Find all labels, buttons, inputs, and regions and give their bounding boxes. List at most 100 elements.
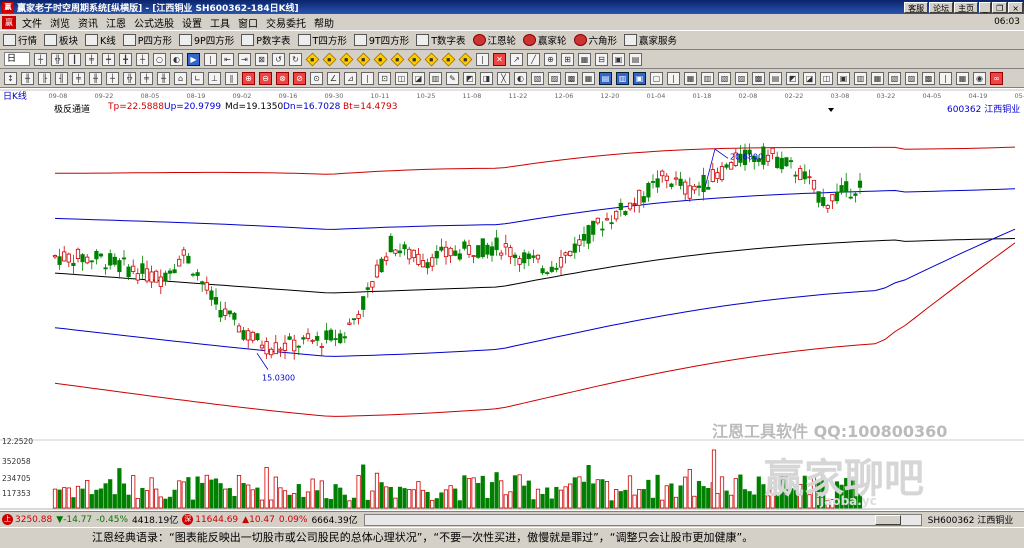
tool-icon[interactable]: ↺ bbox=[272, 52, 285, 66]
toolbar-button-5[interactable]: P数字表 bbox=[241, 33, 291, 47]
tool-icon[interactable]: | bbox=[204, 52, 217, 66]
tool-icon[interactable]: ⊗ bbox=[276, 71, 289, 85]
tool-icon[interactable]: ◨ bbox=[480, 71, 493, 85]
tool-icon[interactable]: ⊡ bbox=[378, 71, 391, 85]
toolbar-button-6[interactable]: T四方形 bbox=[297, 33, 347, 47]
tool-icon[interactable]: ◆ bbox=[356, 52, 371, 66]
tool-icon[interactable]: ▥ bbox=[429, 71, 442, 85]
close-button[interactable]: × bbox=[1008, 1, 1023, 13]
tool-icon[interactable]: ▧ bbox=[531, 71, 544, 85]
tool-icon[interactable]: ▩ bbox=[922, 71, 935, 85]
toolbar-button-1[interactable]: 板块 bbox=[44, 33, 78, 47]
tool-icon[interactable]: ▣ bbox=[612, 52, 625, 66]
tool-icon[interactable]: ╱ bbox=[527, 52, 540, 66]
tool-icon[interactable]: ▣ bbox=[837, 71, 850, 85]
tool-icon[interactable]: ┿ bbox=[102, 52, 115, 66]
tool-icon[interactable]: | bbox=[361, 71, 374, 85]
tool-icon[interactable]: ◪ bbox=[803, 71, 816, 85]
tool-icon[interactable]: ◆ bbox=[339, 52, 354, 66]
toolbar-button-10[interactable]: 赢家轮 bbox=[523, 33, 567, 47]
tool-icon[interactable]: ┼ bbox=[136, 52, 149, 66]
tool-icon[interactable]: ╪ bbox=[85, 52, 98, 66]
tool-icon[interactable]: ╫ bbox=[21, 71, 34, 85]
tool-icon[interactable]: ╋ bbox=[119, 52, 132, 66]
tool-icon[interactable]: ◩ bbox=[463, 71, 476, 85]
tool-icon[interactable]: ╟ bbox=[38, 71, 51, 85]
tool-icon[interactable]: ⊞ bbox=[561, 52, 574, 66]
tool-icon[interactable]: ∟ bbox=[191, 71, 204, 85]
chart-scrollbar[interactable] bbox=[363, 513, 922, 526]
period-select[interactable]: 日 bbox=[4, 52, 30, 66]
tool-icon[interactable]: ▶ bbox=[187, 52, 200, 66]
tool-icon[interactable]: ▨ bbox=[548, 71, 561, 85]
tool-icon[interactable]: ⊟ bbox=[595, 52, 608, 66]
tool-icon[interactable]: ◫ bbox=[395, 71, 408, 85]
tool-icon[interactable]: ▨ bbox=[905, 71, 918, 85]
tool-icon[interactable]: | bbox=[667, 71, 680, 85]
toolbar-button-2[interactable]: K线 bbox=[85, 33, 116, 47]
restore-button[interactable]: ❐ bbox=[992, 1, 1008, 13]
toolbar-button-4[interactable]: 9P四方形 bbox=[179, 33, 234, 47]
tool-icon[interactable]: ∥ bbox=[225, 71, 238, 85]
tool-icon[interactable]: ⊕ bbox=[544, 52, 557, 66]
tool-icon[interactable]: ╫ bbox=[89, 71, 102, 85]
tool-icon[interactable]: ╫ bbox=[157, 71, 170, 85]
tool-icon[interactable]: ▩ bbox=[752, 71, 765, 85]
tool-icon[interactable]: ▨ bbox=[735, 71, 748, 85]
tool-icon[interactable]: ◆ bbox=[441, 52, 456, 66]
tool-icon[interactable]: ⊥ bbox=[208, 71, 221, 85]
tool-icon[interactable]: ▣ bbox=[633, 71, 646, 85]
tool-icon[interactable]: ⊖ bbox=[259, 71, 272, 85]
tool-icon[interactable]: ▥ bbox=[854, 71, 867, 85]
tool-icon[interactable]: ◫ bbox=[820, 71, 833, 85]
tool-icon[interactable]: ▦ bbox=[684, 71, 697, 85]
tool-icon[interactable]: ┼ bbox=[106, 71, 119, 85]
tool-icon[interactable]: ◆ bbox=[458, 52, 473, 66]
tool-icon[interactable]: | bbox=[476, 52, 489, 66]
tool-icon[interactable]: ╬ bbox=[51, 52, 64, 66]
forum-button[interactable]: 论坛 bbox=[929, 1, 954, 13]
tool-icon[interactable]: ╳ bbox=[497, 71, 510, 85]
tool-icon[interactable]: ⊘ bbox=[293, 71, 306, 85]
tool-icon[interactable]: ◆ bbox=[305, 52, 320, 66]
menu-window[interactable]: 窗口 bbox=[234, 15, 262, 30]
toolbar-button-9[interactable]: 江恩轮 bbox=[472, 33, 516, 47]
tool-icon[interactable]: ◆ bbox=[407, 52, 422, 66]
tool-icon[interactable]: ⊕ bbox=[242, 71, 255, 85]
minimize-button[interactable]: _ bbox=[979, 1, 992, 13]
tool-icon[interactable]: ╪ bbox=[140, 71, 153, 85]
tool-icon[interactable]: ⌂ bbox=[174, 71, 187, 85]
menu-trade[interactable]: 交易委托 bbox=[262, 15, 310, 30]
tool-icon[interactable]: ▧ bbox=[888, 71, 901, 85]
tool-icon[interactable]: ▦ bbox=[956, 71, 969, 85]
tool-icon[interactable]: ∠ bbox=[327, 71, 340, 85]
menu-help[interactable]: 帮助 bbox=[310, 15, 338, 30]
tool-icon[interactable]: ↗ bbox=[510, 52, 523, 66]
service-button[interactable]: 客服 bbox=[904, 1, 929, 13]
tool-icon[interactable]: ▦ bbox=[578, 52, 591, 66]
tool-icon[interactable]: ▧ bbox=[718, 71, 731, 85]
tool-icon[interactable]: ↻ bbox=[289, 52, 302, 66]
tool-icon[interactable]: ◩ bbox=[786, 71, 799, 85]
tool-icon[interactable]: ✎ bbox=[446, 71, 459, 85]
tool-icon[interactable]: ╢ bbox=[55, 71, 68, 85]
home-button[interactable]: 主页 bbox=[954, 1, 979, 13]
tool-icon[interactable]: ⊿ bbox=[344, 71, 357, 85]
tool-icon[interactable]: ◆ bbox=[373, 52, 388, 66]
menu-gann[interactable]: 江恩 bbox=[102, 15, 130, 30]
tool-icon[interactable]: ▤ bbox=[769, 71, 782, 85]
scrollbar-thumb[interactable] bbox=[874, 514, 901, 525]
tool-icon[interactable]: ▦ bbox=[871, 71, 884, 85]
tool-icon[interactable]: ┃ bbox=[68, 52, 81, 66]
tool-icon[interactable]: ◪ bbox=[412, 71, 425, 85]
tool-icon[interactable]: ▦ bbox=[582, 71, 595, 85]
tool-icon[interactable]: ▤ bbox=[629, 52, 642, 66]
tool-icon[interactable]: ⇤ bbox=[221, 52, 234, 66]
tool-icon[interactable]: ✕ bbox=[493, 52, 506, 66]
tool-icon[interactable]: ╪ bbox=[72, 71, 85, 85]
menu-info[interactable]: 资讯 bbox=[74, 15, 102, 30]
tool-icon[interactable]: ▤ bbox=[599, 71, 612, 85]
tool-icon[interactable]: ╬ bbox=[123, 71, 136, 85]
tool-icon[interactable]: ◐ bbox=[170, 52, 183, 66]
menu-formula[interactable]: 公式选股 bbox=[130, 15, 178, 30]
